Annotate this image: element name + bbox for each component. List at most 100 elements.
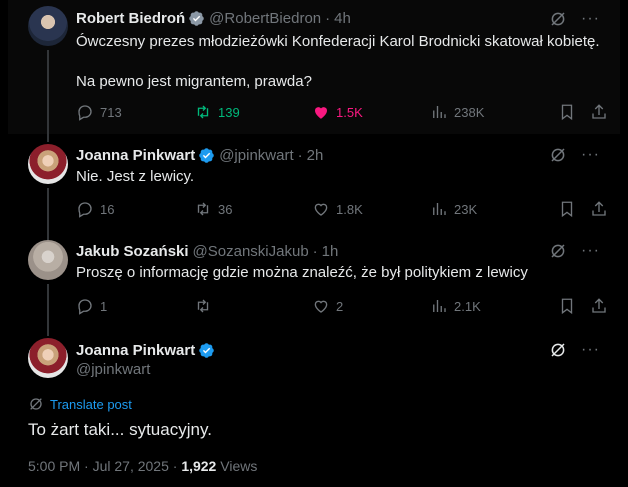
more-options-icon[interactable]: ··· <box>581 147 600 163</box>
verified-badge-icon <box>199 147 214 163</box>
like-count: 1.8K <box>336 201 363 217</box>
reply-button[interactable]: 1 <box>76 297 194 315</box>
tweet-text: Ówczesny prezes młodzieżówki Konfederacj… <box>76 32 616 92</box>
tweet-end-actions <box>558 297 608 315</box>
views-button[interactable]: 2.1K <box>430 297 548 315</box>
tweet-timestamp[interactable]: 5:00 PM · Jul 27, 2025 · <box>28 458 181 474</box>
tweet-end-actions <box>558 103 608 121</box>
main-tweet-text: To żart taki... sytuacyjny. <box>28 420 212 439</box>
thread-line <box>47 50 49 142</box>
reply-count: 1 <box>100 298 108 314</box>
conversation-column: Robert Biedroń @RobertBiedron · 4h ··· Ó… <box>8 0 620 487</box>
tweet-header: Jakub Sozański @SozanskiJakub · 1h <box>76 241 338 261</box>
translate-icon <box>30 398 42 410</box>
author-name[interactable]: Joanna Pinkwart <box>76 342 195 359</box>
tweet-text-line: Na pewno jest migrantem, prawda? <box>76 73 312 90</box>
retweet-button[interactable] <box>194 297 312 315</box>
more-options-icon[interactable]: ··· <box>581 243 600 259</box>
tweet-time[interactable]: 1h <box>322 243 339 260</box>
tweet-header: Joanna Pinkwart @jpinkwart · 2h <box>76 145 323 165</box>
more-options-icon[interactable]: ··· <box>581 342 600 358</box>
tweet-text: Nie. Jest z lewicy. <box>76 168 195 185</box>
retweet-icon <box>197 105 209 119</box>
views-count: 2.1K <box>454 298 481 314</box>
reply-count: 16 <box>100 201 115 217</box>
views-button[interactable]: 238K <box>430 103 548 121</box>
avatar[interactable] <box>28 6 68 46</box>
heart-icon <box>314 300 328 313</box>
more-options-icon[interactable]: ··· <box>581 11 600 27</box>
views-label: Views <box>216 458 258 474</box>
like-count: 2 <box>336 298 344 314</box>
separator-dot: · <box>312 242 318 260</box>
author-handle[interactable]: @RobertBiedron <box>209 10 321 27</box>
views-icon <box>433 300 446 312</box>
bookmark-icon[interactable] <box>558 200 576 218</box>
share-icon[interactable] <box>590 200 608 218</box>
retweet-button[interactable]: 139 <box>194 103 312 121</box>
retweet-count: 36 <box>218 201 233 217</box>
grok-icon[interactable] <box>549 10 567 28</box>
like-button[interactable]: 1.8K <box>312 200 430 218</box>
heart-filled-icon <box>315 107 327 119</box>
views-button[interactable]: 23K <box>430 200 548 218</box>
reply-icon <box>78 202 92 218</box>
tweet-header: Robert Biedroń @RobertBiedron · 4h <box>76 8 351 28</box>
reply-button[interactable]: 16 <box>76 200 194 218</box>
views-total: 1,922 <box>181 458 217 474</box>
reply-icon <box>78 105 92 121</box>
tweet-top-icons: ··· <box>549 242 600 260</box>
verified-badge-icon <box>189 10 204 26</box>
reply-icon <box>78 299 92 315</box>
author-name[interactable]: Robert Biedroń <box>76 10 185 27</box>
bookmark-icon[interactable] <box>558 103 576 121</box>
tweet-top-icons: ··· <box>549 146 600 164</box>
tweet-text-line: Ówczesny prezes młodzieżówki Konfederacj… <box>76 33 600 50</box>
like-button[interactable]: 1.5K <box>312 103 430 121</box>
like-count: 1.5K <box>336 104 363 120</box>
avatar[interactable] <box>28 144 68 184</box>
retweet-icon <box>197 299 209 313</box>
verified-badge-icon <box>199 342 214 358</box>
author-handle[interactable]: @jpinkwart <box>219 147 293 164</box>
heart-icon <box>314 203 328 216</box>
thread-line <box>47 188 49 240</box>
author-name[interactable]: Jakub Sozański <box>76 243 189 260</box>
thread-line <box>47 284 49 336</box>
main-tweet-name-row: Joanna Pinkwart <box>76 340 215 360</box>
views-icon <box>433 106 446 118</box>
tweet-actions: 16 36 1.8K 23K <box>76 199 608 219</box>
views-count: 238K <box>454 104 485 120</box>
grok-icon[interactable] <box>549 146 567 164</box>
avatar[interactable] <box>28 240 68 280</box>
retweet-icon <box>197 202 209 216</box>
share-icon[interactable] <box>590 103 608 121</box>
translate-post-link[interactable]: Translate post <box>28 396 132 412</box>
views-icon <box>433 203 446 215</box>
grok-icon[interactable] <box>549 341 567 359</box>
author-name[interactable]: Joanna Pinkwart <box>76 147 195 164</box>
tweet-actions: 713 139 1.5K 238K <box>76 102 608 122</box>
tweet-end-actions <box>558 200 608 218</box>
tweet-top-icons: ··· <box>549 10 600 28</box>
tweet-time[interactable]: 4h <box>334 10 351 27</box>
separator-dot: · <box>325 9 331 27</box>
main-tweet-handle-row: @jpinkwart <box>76 359 150 379</box>
share-icon[interactable] <box>590 297 608 315</box>
reply-button[interactable]: 713 <box>76 103 194 121</box>
like-button[interactable]: 2 <box>312 297 430 315</box>
author-handle[interactable]: @SozanskiJakub <box>193 243 309 260</box>
tweet-text: Proszę o informację gdzie można znaleźć,… <box>76 264 528 281</box>
views-count: 23K <box>454 201 478 217</box>
retweet-button[interactable]: 36 <box>194 200 312 218</box>
grok-icon[interactable] <box>549 242 567 260</box>
tweet-meta: 5:00 PM · Jul 27, 2025 · 1,922 Views <box>28 458 257 474</box>
retweet-count: 139 <box>218 104 240 120</box>
tweet-actions: 1 2 2.1K <box>76 296 608 316</box>
avatar[interactable] <box>28 338 68 378</box>
bookmark-icon[interactable] <box>558 297 576 315</box>
translate-label: Translate post <box>50 396 132 412</box>
author-handle[interactable]: @jpinkwart <box>76 361 150 378</box>
tweet-time[interactable]: 2h <box>307 147 324 164</box>
tweet-top-icons: ··· <box>549 341 600 359</box>
